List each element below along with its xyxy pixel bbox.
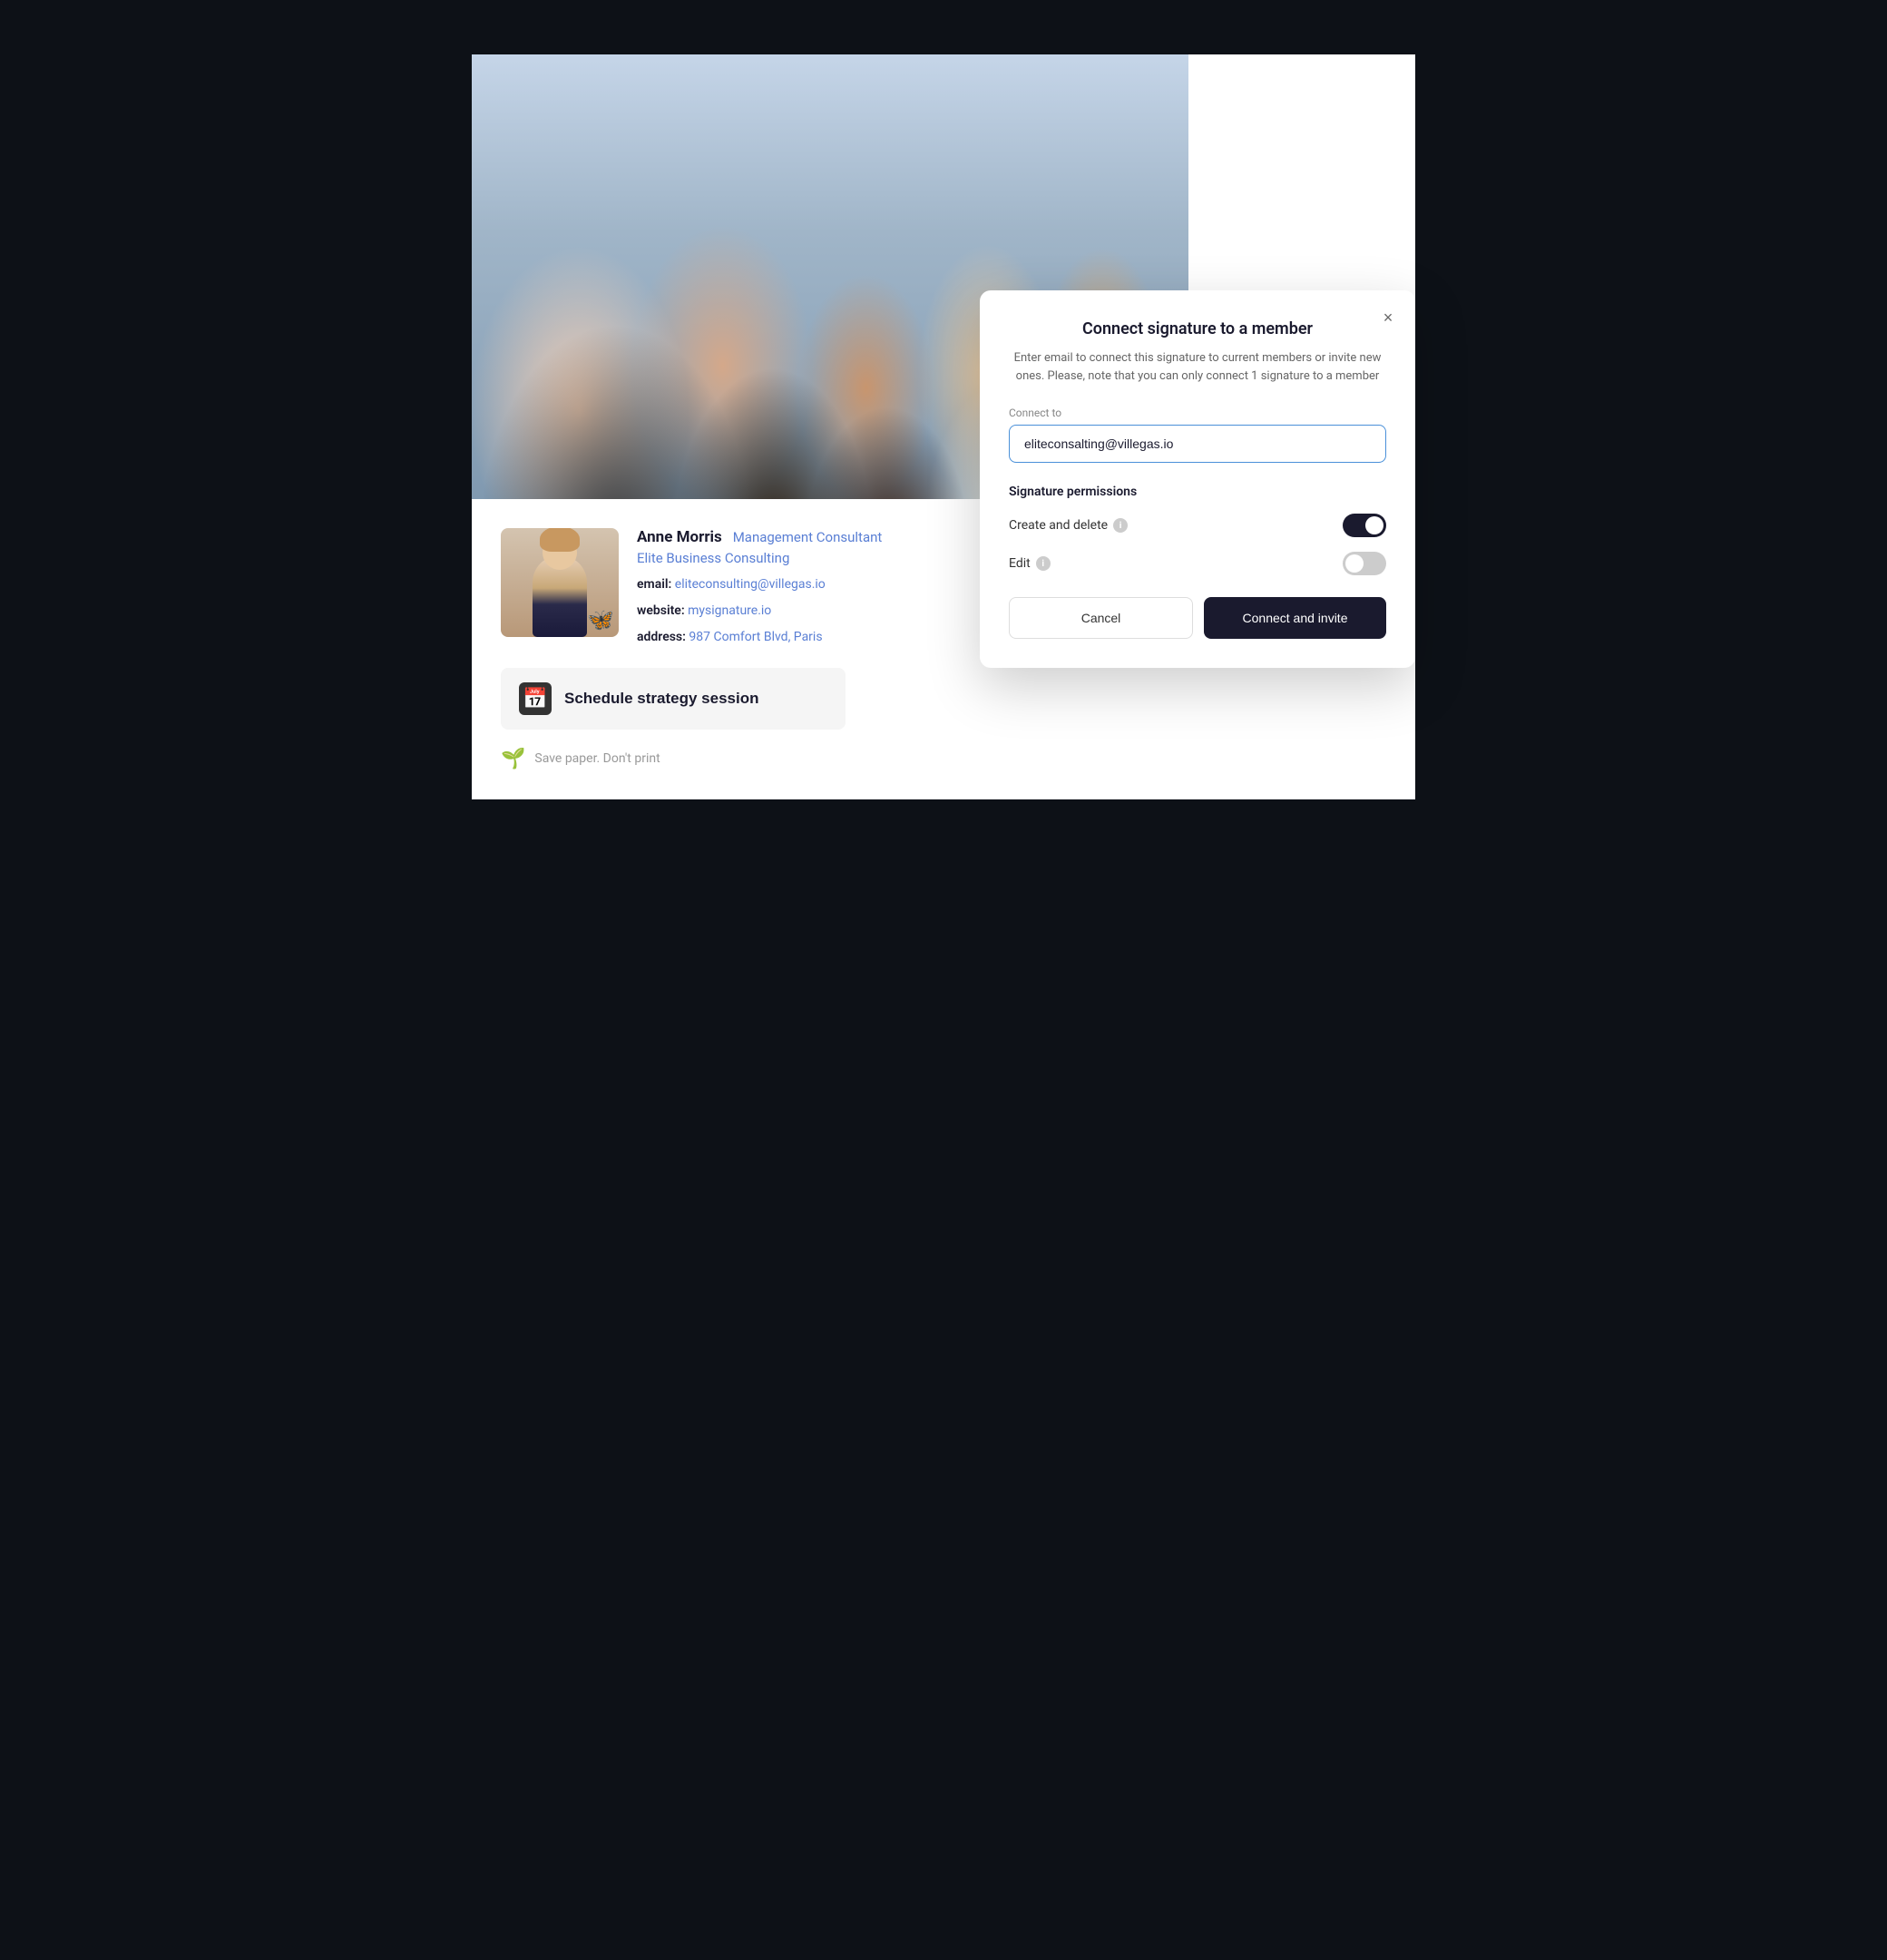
edit-toggle[interactable] xyxy=(1343,552,1386,575)
bottom-bar xyxy=(472,799,1415,981)
profile-name-row: Anne Morris Management Consultant xyxy=(637,528,882,546)
profile-address-row: address: 987 Comfort Blvd, Paris xyxy=(637,626,882,649)
profile-email-row: email: eliteconsulting@villegas.io xyxy=(637,573,882,596)
connect-invite-button[interactable]: Connect and invite xyxy=(1204,597,1386,639)
connect-signature-dialog: × Connect signature to a member Enter em… xyxy=(980,290,1415,668)
create-delete-label: Create and delete xyxy=(1009,518,1108,533)
main-content: × Connect signature to a member Enter em… xyxy=(472,54,1415,799)
avatar: 🦋 xyxy=(501,528,619,637)
email-label: email: xyxy=(637,577,671,592)
calendar-icon: 📅 xyxy=(519,682,552,715)
website-label: website: xyxy=(637,603,685,618)
profile-company: Elite Business Consulting xyxy=(637,550,882,566)
edit-label-group: Edit i xyxy=(1009,556,1051,571)
email-value[interactable]: eliteconsulting@villegas.io xyxy=(675,577,826,592)
eco-row: 🌱 Save paper. Don't print xyxy=(501,748,942,770)
eco-icon: 🌱 xyxy=(501,748,525,770)
connect-to-label: Connect to xyxy=(1009,407,1386,419)
page-wrapper: × Connect signature to a member Enter em… xyxy=(472,0,1415,981)
eco-text: Save paper. Don't print xyxy=(534,751,660,766)
connect-to-input[interactable] xyxy=(1009,425,1386,463)
profile-title: Management Consultant xyxy=(733,529,883,545)
schedule-button-label: Schedule strategy session xyxy=(564,690,758,708)
profile-row: 🦋 Anne Morris Management Consultant Elit… xyxy=(501,528,942,650)
edit-label: Edit xyxy=(1009,556,1031,571)
dialog-buttons: Cancel Connect and invite xyxy=(1009,597,1386,639)
create-delete-info-icon[interactable]: i xyxy=(1113,518,1128,533)
edit-info-icon[interactable]: i xyxy=(1036,556,1051,571)
create-delete-slider xyxy=(1343,514,1386,537)
create-delete-toggle[interactable] xyxy=(1343,514,1386,537)
dialog-title: Connect signature to a member xyxy=(1009,319,1386,338)
edit-permission-row: Edit i xyxy=(1009,552,1386,575)
website-value[interactable]: mysignature.io xyxy=(688,603,771,618)
edit-slider xyxy=(1343,552,1386,575)
avatar-person-shape xyxy=(533,555,587,637)
permissions-title: Signature permissions xyxy=(1009,485,1386,499)
profile-info: Anne Morris Management Consultant Elite … xyxy=(637,528,882,650)
cancel-button[interactable]: Cancel xyxy=(1009,597,1193,639)
close-button[interactable]: × xyxy=(1375,305,1401,330)
create-delete-permission-row: Create and delete i xyxy=(1009,514,1386,537)
avatar-decoration-icon: 🦋 xyxy=(587,607,614,632)
top-bar xyxy=(472,0,1415,54)
address-value: 987 Comfort Blvd, Paris xyxy=(689,630,822,644)
signature-section: 🦋 Anne Morris Management Consultant Elit… xyxy=(472,499,971,799)
create-delete-label-group: Create and delete i xyxy=(1009,518,1128,533)
profile-name: Anne Morris xyxy=(637,528,722,546)
schedule-button[interactable]: 📅 Schedule strategy session xyxy=(501,668,846,730)
profile-website-row: website: mysignature.io xyxy=(637,600,882,622)
dialog-subtitle: Enter email to connect this signature to… xyxy=(1009,349,1386,385)
address-label: address: xyxy=(637,630,686,644)
